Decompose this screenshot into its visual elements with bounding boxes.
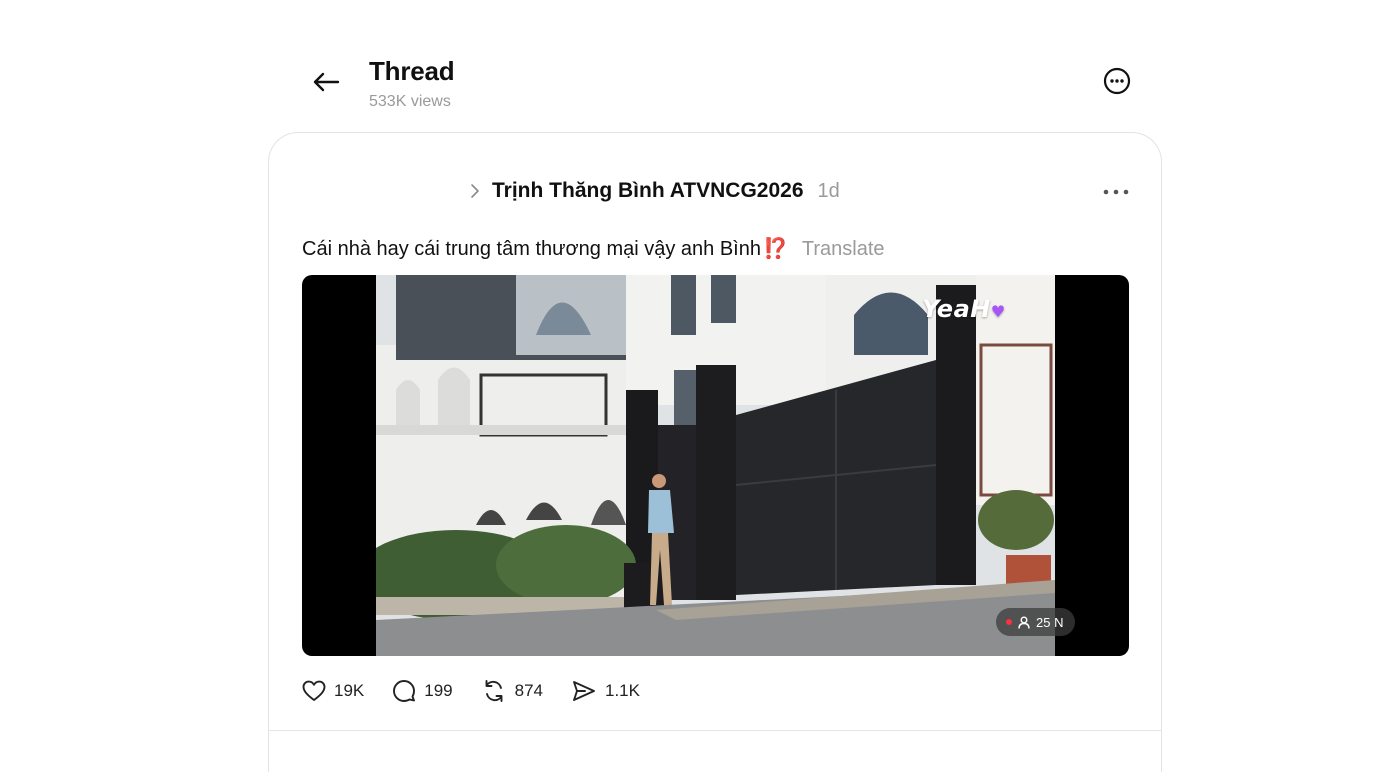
author-row: Trịnh Thăng Bình ATVNCG2026 1d xyxy=(470,176,840,206)
post-body: Cái nhà hay cái trung tâm thương mại vậy… xyxy=(302,238,761,260)
repost-icon xyxy=(485,680,503,702)
arrow-left-icon xyxy=(313,72,340,92)
post-actions: 19K 199 874 1.1K xyxy=(302,676,668,706)
post-more-button[interactable] xyxy=(1098,180,1134,204)
header-more-button[interactable] xyxy=(1100,64,1134,98)
person-icon xyxy=(1018,616,1030,629)
share-button[interactable]: 1.1K xyxy=(571,679,640,703)
viewer-count: 25 N xyxy=(1036,614,1064,630)
ellipsis-icon xyxy=(1103,189,1129,195)
back-button[interactable] xyxy=(306,62,346,102)
send-icon xyxy=(573,681,595,701)
page-title: Thread xyxy=(369,56,455,86)
reply-button[interactable]: 199 xyxy=(392,679,453,703)
like-count: 19K xyxy=(334,681,365,700)
translate-link[interactable]: Translate xyxy=(802,238,885,260)
repost-count: 874 xyxy=(514,681,543,700)
post-emoji: ⁉️ xyxy=(762,238,788,260)
chevron-right-icon xyxy=(470,181,482,201)
share-count: 1.1K xyxy=(605,681,640,700)
divider xyxy=(268,730,1162,731)
reply-count: 199 xyxy=(424,681,453,700)
post-text: Cái nhà hay cái trung tâm thương mại vậy… xyxy=(302,236,885,261)
comment-icon xyxy=(393,680,416,702)
live-dot-icon xyxy=(1006,619,1012,625)
thread-page: Thread 533K views Trịnh Thăng Bình ATVNC… xyxy=(0,0,1390,782)
video-frame xyxy=(376,275,1055,656)
repost-button[interactable]: 874 xyxy=(481,679,543,703)
heart-outline-icon xyxy=(302,680,326,701)
author-name[interactable]: Trịnh Thăng Bình ATVNCG2026 xyxy=(492,179,804,203)
like-button[interactable]: 19K xyxy=(302,680,364,702)
heart-icon: ♥ xyxy=(990,302,1006,321)
post-time: 1d xyxy=(817,179,840,202)
live-viewer-badge: 25 N xyxy=(996,608,1076,636)
video-watermark: YeaH♥ xyxy=(922,295,1006,323)
view-count: 533K views xyxy=(369,93,451,110)
more-circle-icon xyxy=(1103,67,1131,95)
video-player[interactable]: YeaH♥ 25 N xyxy=(302,275,1129,656)
watermark-text: YeaH xyxy=(922,295,991,323)
